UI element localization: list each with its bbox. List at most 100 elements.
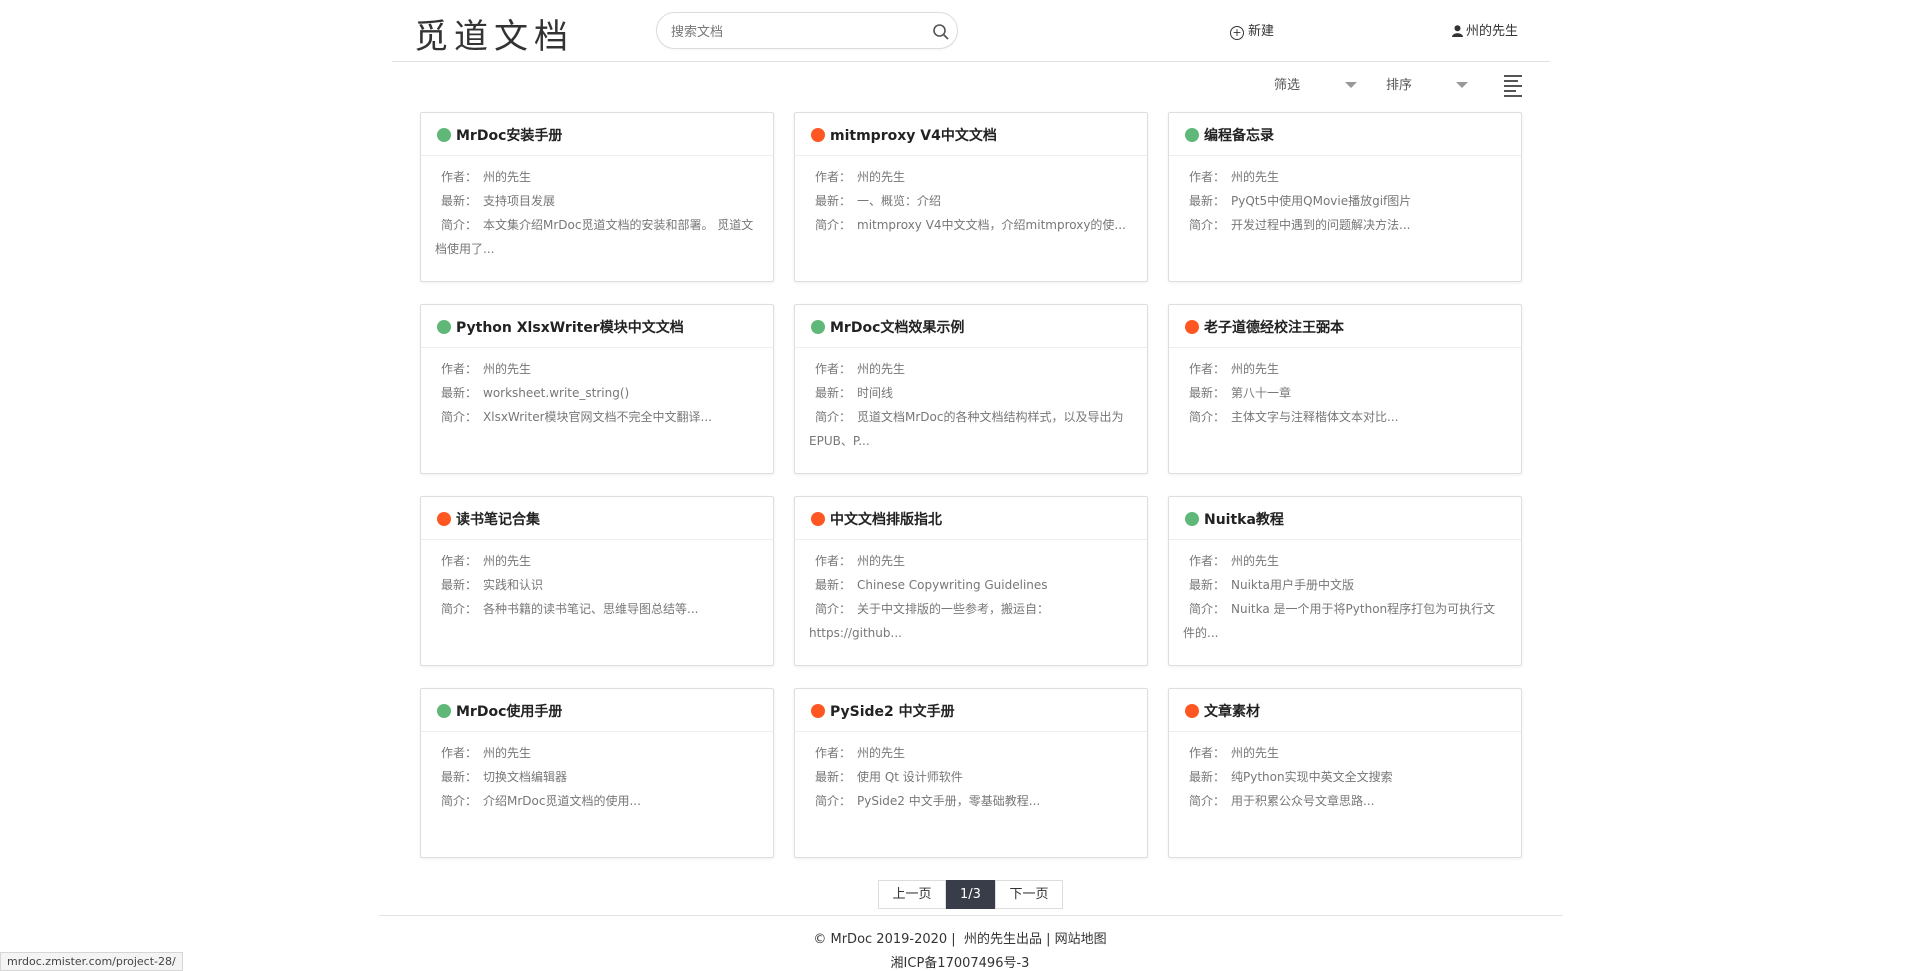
project-title-text[interactable]: PySide2 中文手册: [830, 704, 955, 720]
latest-doc-link[interactable]: 使用 Qt 设计师软件: [857, 770, 963, 784]
project-meta: 作者： 州的先生 最新： 第八十一章 简介： 主体文字与注释楷体文本对比...: [1169, 348, 1521, 429]
filter-dropdown[interactable]: 筛选: [1274, 74, 1300, 93]
intro-label: 简介：: [441, 410, 478, 424]
latest-label: 最新：: [441, 578, 478, 592]
latest-row: 最新： PyQt5中使用QMovie播放gif图片: [1183, 189, 1507, 213]
intro-value: 各种书籍的读书笔记、思维导图总结等...: [483, 602, 699, 616]
project-title[interactable]: MrDoc安装手册: [421, 113, 773, 156]
project-title-text[interactable]: Python XlsxWriter模块中文文档: [456, 320, 684, 336]
latest-doc-link[interactable]: 切换文档编辑器: [483, 770, 567, 784]
project-title-text[interactable]: Nuitka教程: [1204, 512, 1284, 528]
project-title[interactable]: MrDoc使用手册: [421, 689, 773, 732]
producer-link[interactable]: 州的先生出品: [964, 932, 1042, 947]
project-title[interactable]: 读书笔记合集: [421, 497, 773, 540]
next-page-button[interactable]: 下一页: [995, 880, 1063, 909]
intro-row: 简介： 关于中文排版的一些参考，搬运自：https://github...: [809, 597, 1133, 645]
latest-label: 最新：: [1189, 194, 1226, 208]
project-title[interactable]: mitmproxy V4中文文档: [795, 113, 1147, 156]
project-card[interactable]: MrDoc使用手册作者： 州的先生 最新： 切换文档编辑器 简介： 介绍MrDoc觅道文档…: [420, 688, 774, 858]
intro-label: 简介：: [815, 410, 852, 424]
project-title-text[interactable]: 老子道德经校注王弼本: [1204, 320, 1344, 336]
project-card[interactable]: 老子道德经校注王弼本作者： 州的先生 最新： 第八十一章 简介： 主体文字与注释楷体文本对…: [1168, 304, 1522, 474]
intro-label: 简介：: [441, 218, 478, 232]
project-card[interactable]: MrDoc安装手册 作者： 州的先生 最新： 支持项目发展 简介： 本文集介绍MrDoc觅道…: [420, 112, 774, 282]
latest-label: 最新：: [815, 194, 852, 208]
search-icon[interactable]: [931, 22, 951, 42]
latest-label: 最新：: [441, 386, 478, 400]
status-bar-url: mrdoc.zmister.com/project-28/: [0, 952, 183, 971]
project-title[interactable]: Nuitka教程: [1169, 497, 1521, 540]
prev-page-button[interactable]: 上一页: [878, 880, 946, 909]
intro-value: 开发过程中遇到的问题解决方法...: [1231, 218, 1411, 232]
author-value: 州的先生: [483, 746, 532, 760]
author-value: 州的先生: [483, 170, 532, 184]
author-row: 作者： 州的先生: [1183, 549, 1507, 573]
project-meta: 作者： 州的先生 最新： 切换文档编辑器 简介： 介绍MrDoc觅道文档的使用...: [421, 732, 773, 813]
project-meta: 作者： 州的先生 最新： worksheet.write_string() 简介： Xls…: [421, 348, 773, 429]
project-title-text[interactable]: MrDoc安装手册: [456, 128, 562, 144]
project-title-text[interactable]: 中文文档排版指北: [830, 512, 942, 528]
latest-row: 最新： 一、概览：介绍: [809, 189, 1133, 213]
latest-doc-link[interactable]: 支持项目发展: [483, 194, 555, 208]
author-row: 作者： 州的先生: [435, 165, 759, 189]
author-row: 作者： 州的先生: [435, 357, 759, 381]
project-card[interactable]: MrDoc文档效果示例 作者： 州的先生 最新： 时间线 简介： 觅道文档MrDoc的各种文…: [794, 304, 1148, 474]
latest-doc-link[interactable]: PyQt5中使用QMovie播放gif图片: [1231, 194, 1411, 208]
project-card[interactable]: 文章素材 作者： 州的先生 最新： 纯Python实现中英文全文搜索 简介： 用于积累公众号…: [1168, 688, 1522, 858]
project-title-text[interactable]: 读书笔记合集: [456, 512, 540, 528]
intro-row: 简介： 开发过程中遇到的问题解决方法...: [1183, 213, 1507, 237]
project-card[interactable]: Python XlsxWriter模块中文文档作者： 州的先生最新： workshe…: [420, 304, 774, 474]
sitemap-link[interactable]: 网站地图: [1055, 932, 1107, 947]
project-meta: 作者： 州的先生 最新： Nuikta用户手册中文版 简介： Nuitka 是一个用于将P…: [1169, 540, 1521, 645]
project-title[interactable]: 文章素材: [1169, 689, 1521, 732]
intro-value: Nuitka 是一个用于将Python程序打包为可执行文件的...: [1183, 602, 1496, 640]
project-card[interactable]: 中文文档排版指北 作者： 州的先生 最新： Chinese Copywriting Gu…: [794, 496, 1148, 666]
footer-line: © MrDoc 2019-2020 | 州的先生出品 | 网站地图: [813, 932, 1107, 947]
project-title[interactable]: PySide2 中文手册: [795, 689, 1147, 732]
project-title[interactable]: Python XlsxWriter模块中文文档: [421, 305, 773, 348]
project-card[interactable]: Nuitka教程 作者： 州的先生 最新： Nuikta用户手册中文版 简介： Nuitka…: [1168, 496, 1522, 666]
list-view-icon[interactable]: [1504, 75, 1522, 100]
project-title-text[interactable]: 编程备忘录: [1204, 128, 1274, 144]
user-menu[interactable]: 州的先生: [1452, 20, 1518, 39]
latest-doc-link[interactable]: 一、概览：介绍: [857, 194, 941, 208]
project-title-text[interactable]: MrDoc使用手册: [456, 704, 562, 720]
project-title[interactable]: 老子道德经校注王弼本: [1169, 305, 1521, 348]
sort-dropdown[interactable]: 排序: [1386, 74, 1412, 93]
project-title-text[interactable]: mitmproxy V4中文文档: [830, 128, 997, 144]
project-card[interactable]: mitmproxy V4中文文档 作者： 州的先生 最新： 一、概览：介绍 简介： mitm…: [794, 112, 1148, 282]
latest-doc-link[interactable]: Nuikta用户手册中文版: [1231, 578, 1354, 592]
search-input[interactable]: [669, 21, 923, 43]
latest-label: 最新：: [815, 578, 852, 592]
latest-doc-link[interactable]: 纯Python实现中英文全文搜索: [1231, 770, 1393, 784]
latest-doc-link[interactable]: 第八十一章: [1231, 386, 1291, 400]
project-title-text[interactable]: MrDoc文档效果示例: [830, 320, 964, 336]
project-title[interactable]: MrDoc文档效果示例: [795, 305, 1147, 348]
project-meta: 作者： 州的先生 最新： 使用 Qt 设计师软件 简介： PySide2 中文手册，零基础…: [795, 732, 1147, 813]
new-button[interactable]: + 新建: [1230, 20, 1274, 40]
latest-row: 最新： 实践和认识: [435, 573, 759, 597]
latest-doc-link[interactable]: 时间线: [857, 386, 893, 400]
site-logo[interactable]: 觅道文档: [414, 9, 574, 58]
latest-doc-link[interactable]: worksheet.write_string(): [483, 386, 629, 400]
author-value: 州的先生: [1231, 554, 1280, 568]
latest-row: 最新： Chinese Copywriting Guidelines: [809, 573, 1133, 597]
project-title[interactable]: 中文文档排版指北: [795, 497, 1147, 540]
icp-link[interactable]: 湘ICP备17007496号-3: [0, 952, 1920, 971]
project-card[interactable]: 编程备忘录 作者： 州的先生 最新： PyQt5中使用QMovie播放gif图片 简介： 开…: [1168, 112, 1522, 282]
latest-doc-link[interactable]: Chinese Copywriting Guidelines: [857, 578, 1048, 592]
project-title-text[interactable]: 文章素材: [1204, 704, 1260, 720]
user-name: 州的先生: [1466, 24, 1519, 39]
status-dot-icon: [437, 320, 451, 334]
sort-caret-icon[interactable]: [1456, 82, 1468, 88]
project-card[interactable]: 读书笔记合集 作者： 州的先生 最新： 实践和认识 简介： 各种书籍的读书笔记、思维导图总结…: [420, 496, 774, 666]
project-title[interactable]: 编程备忘录: [1169, 113, 1521, 156]
author-label: 作者：: [815, 362, 852, 376]
status-dot-icon: [1185, 128, 1199, 142]
intro-value: 用于积累公众号文章思路...: [1231, 794, 1375, 808]
latest-doc-link[interactable]: 实践和认识: [483, 578, 543, 592]
project-card[interactable]: PySide2 中文手册作者： 州的先生 最新： 使用 Qt 设计师软件 简介： PySi…: [794, 688, 1148, 858]
author-value: 州的先生: [1231, 746, 1280, 760]
author-label: 作者：: [1189, 554, 1226, 568]
filter-caret-icon[interactable]: [1345, 82, 1357, 88]
